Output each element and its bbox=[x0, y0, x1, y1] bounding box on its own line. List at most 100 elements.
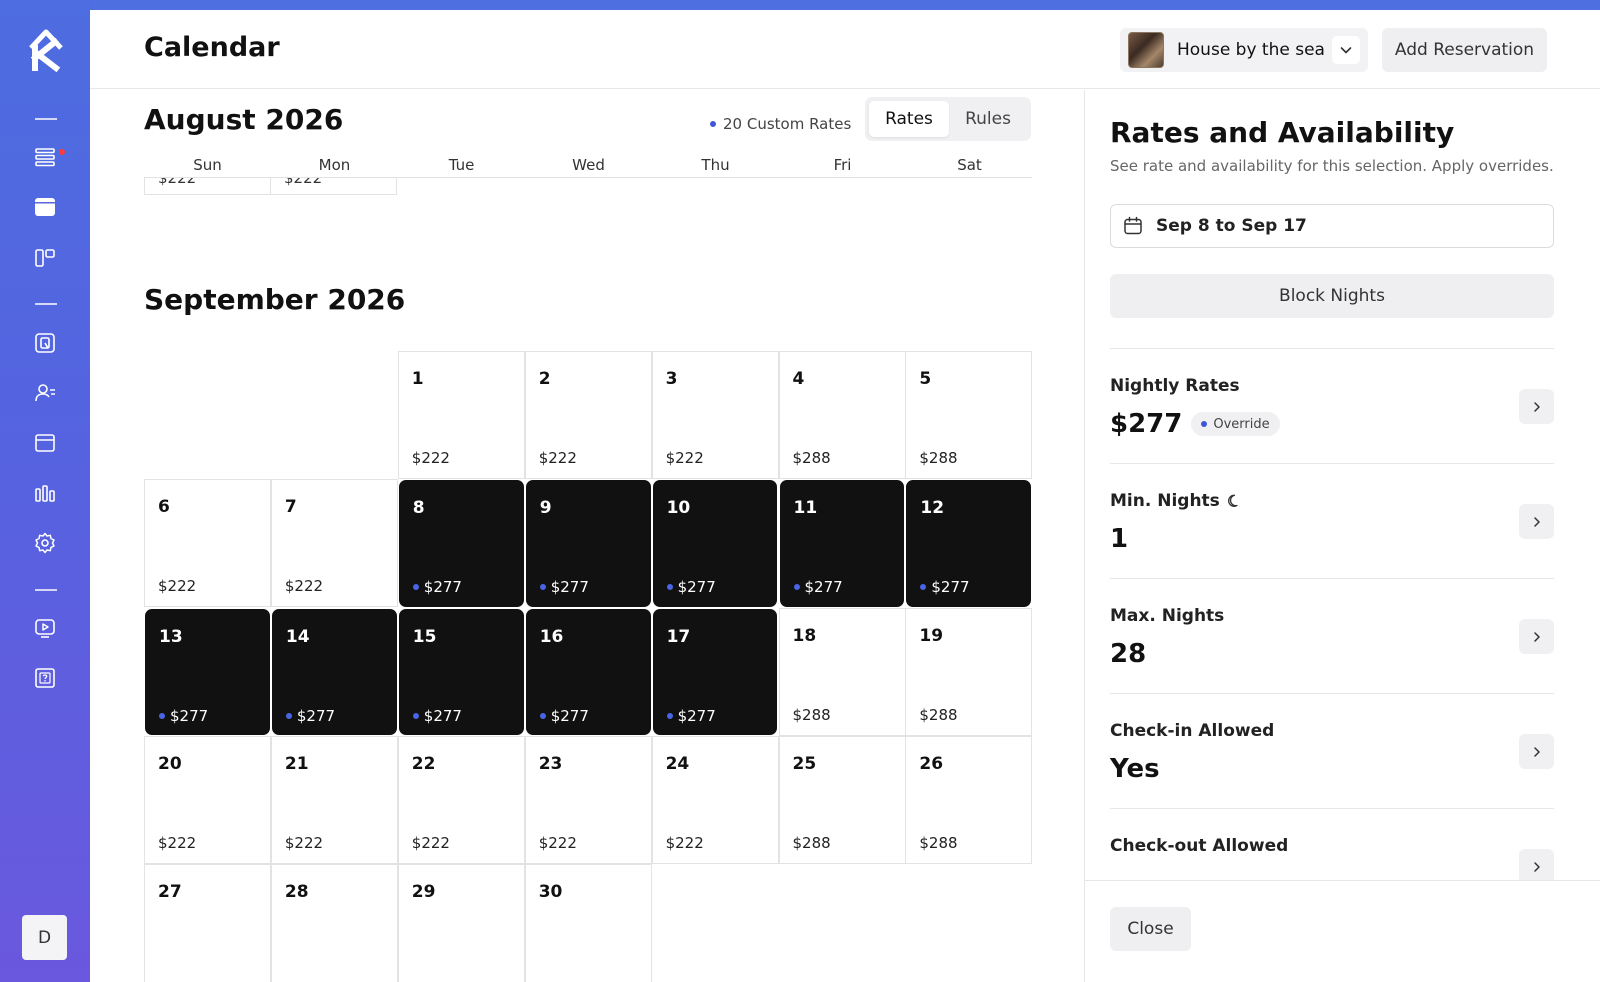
day-number: 13 bbox=[159, 626, 183, 647]
nightly-rates-label: Nightly Rates bbox=[1110, 376, 1240, 396]
min-nights-open-button[interactable] bbox=[1519, 504, 1554, 539]
calendar-day-cell[interactable]: 17 $277 bbox=[652, 608, 778, 735]
day-price-text: $288 bbox=[919, 833, 958, 852]
day-price-text: $288 bbox=[792, 449, 831, 467]
calendar-day-cell[interactable]: 10 $277 bbox=[652, 480, 778, 607]
calendar-day-cell[interactable]: 16 $277 bbox=[525, 608, 651, 735]
nightly-rates-setting: Nightly Rates $277 Override bbox=[1110, 348, 1554, 465]
calendar-day-cell[interactable]: 8 $277 bbox=[398, 480, 524, 607]
close-button[interactable]: Close bbox=[1110, 907, 1191, 951]
sidebar-item-guests[interactable] bbox=[30, 378, 60, 408]
check-out-open-button[interactable] bbox=[1519, 849, 1554, 884]
calendar-day-cell[interactable]: 5 $288 bbox=[905, 351, 1033, 479]
day-price-text: $288 bbox=[792, 833, 831, 852]
day-price: $222 bbox=[666, 449, 704, 467]
min-nights-label-row: Min. Nights bbox=[1110, 491, 1242, 511]
day-price: $277 bbox=[666, 707, 716, 725]
weekday-header: Sun Mon Tue Wed Thu Fri Sat bbox=[144, 156, 1032, 178]
august-day-cell[interactable]: $222 bbox=[270, 178, 397, 195]
calendar-day-cell[interactable]: 15 $277 bbox=[398, 608, 524, 735]
day-price: $277 bbox=[666, 578, 716, 596]
day-price: $277 bbox=[793, 578, 843, 596]
calendar-day-cell[interactable]: 22 $222 bbox=[397, 735, 525, 864]
calendar-day-cell[interactable]: 25 $288 bbox=[778, 735, 906, 864]
calendar-day-cell[interactable]: 28 bbox=[270, 864, 398, 982]
user-avatar[interactable]: D bbox=[22, 915, 67, 960]
sidebar-item-calendar[interactable] bbox=[30, 192, 60, 222]
calendar-day-cell[interactable]: 1 $222 bbox=[397, 351, 525, 479]
custom-rate-dot bbox=[285, 712, 292, 719]
add-reservation-button[interactable]: Add Reservation bbox=[1382, 28, 1547, 72]
weekday-label: Mon bbox=[318, 156, 351, 174]
sidebar-item-analytics[interactable] bbox=[30, 478, 60, 508]
nightly-rates-open-button[interactable] bbox=[1519, 389, 1554, 424]
sidebar-item-list[interactable] bbox=[30, 142, 60, 172]
calendar-day-cell[interactable]: 3 $222 bbox=[651, 351, 779, 479]
calendar-day-cell[interactable]: 14 $277 bbox=[271, 608, 397, 735]
calendar-day-cell[interactable]: 21 $222 bbox=[270, 735, 398, 864]
calendar-day-cell[interactable]: 18 $288 bbox=[778, 607, 906, 736]
calendar-day-cell[interactable]: 6 $222 bbox=[144, 479, 271, 608]
calendar-day-cell[interactable]: 2 $222 bbox=[524, 351, 652, 479]
calendar-day-cell[interactable]: 7 $222 bbox=[270, 479, 398, 608]
day-price: $222 bbox=[539, 449, 577, 467]
calendar-day-cell[interactable]: 27 bbox=[144, 864, 271, 982]
calendar-day-cell[interactable]: 24 $222 bbox=[651, 735, 779, 864]
calendar-day-cell[interactable]: 11 $277 bbox=[779, 480, 905, 607]
day-number: 19 bbox=[919, 625, 944, 646]
day-price-text: $222 bbox=[158, 577, 197, 596]
day-price: $222 bbox=[666, 834, 704, 852]
tab-rules[interactable]: Rules bbox=[949, 101, 1027, 137]
max-nights-label: Max. Nights bbox=[1110, 606, 1225, 626]
sidebar-item-settings[interactable] bbox=[30, 528, 60, 558]
check-in-open-button[interactable] bbox=[1519, 734, 1554, 769]
custom-rates-indicator: 20 Custom Rates bbox=[710, 115, 851, 133]
day-price: $288 bbox=[919, 706, 957, 724]
sidebar-item-board[interactable] bbox=[30, 243, 60, 273]
day-price-text: $222 bbox=[158, 833, 197, 852]
chevron-right-icon bbox=[1533, 746, 1540, 757]
sidebar-item-window[interactable] bbox=[30, 428, 60, 458]
calendar-icon bbox=[35, 198, 55, 216]
check-in-value: Yes bbox=[1110, 754, 1160, 784]
day-number: 14 bbox=[285, 626, 310, 647]
nightly-rate-amount: $277 bbox=[1110, 409, 1183, 439]
calendar-day-cell[interactable]: 29 bbox=[397, 864, 525, 982]
custom-rates-label: 20 Custom Rates bbox=[723, 115, 852, 133]
august-day-cell[interactable]: $222 bbox=[144, 178, 271, 195]
sidebar-item-videos[interactable] bbox=[30, 613, 60, 643]
calendar-day-cell[interactable]: 19 $288 bbox=[905, 607, 1033, 736]
max-nights-open-button[interactable] bbox=[1519, 619, 1554, 654]
board-icon bbox=[35, 249, 55, 267]
custom-rate-dot bbox=[539, 584, 546, 591]
weekday-label: Tue bbox=[448, 156, 475, 174]
calendar-day-cell[interactable]: 9 $277 bbox=[525, 480, 651, 607]
calendar-day-cell[interactable]: 13 $277 bbox=[145, 608, 270, 735]
calendar-day-cell[interactable]: 26 $288 bbox=[905, 735, 1033, 864]
day-price-text: $288 bbox=[919, 705, 958, 724]
day-number: 27 bbox=[158, 882, 182, 903]
day-number: 25 bbox=[792, 753, 817, 774]
min-nights-label: Min. Nights bbox=[1110, 491, 1220, 511]
calendar-day-cell[interactable]: 12 $277 bbox=[906, 480, 1032, 607]
day-number: 6 bbox=[158, 497, 170, 518]
override-dot bbox=[1201, 421, 1208, 427]
calendar-day-cell[interactable]: 4 $288 bbox=[778, 351, 906, 479]
logo-icon[interactable] bbox=[28, 28, 64, 73]
calendar-day-cell[interactable]: 20 $222 bbox=[144, 735, 271, 864]
property-selector[interactable]: House by the sea bbox=[1120, 28, 1368, 72]
calendar-day-cell[interactable]: 23 $222 bbox=[524, 735, 652, 864]
min-nights-setting: Min. Nights 1 bbox=[1110, 463, 1554, 580]
day-price: $222 bbox=[158, 834, 196, 852]
day-price-text: $222 bbox=[538, 833, 577, 852]
sidebar-item-help[interactable] bbox=[30, 663, 60, 693]
tab-rates[interactable]: Rates bbox=[869, 101, 949, 137]
calendar-day-cell[interactable]: 30 bbox=[524, 864, 652, 982]
view-toggle: Rates Rules bbox=[865, 97, 1031, 141]
sidebar-item-reservations[interactable] bbox=[30, 328, 60, 358]
day-number: 22 bbox=[411, 753, 436, 774]
day-number: 17 bbox=[666, 626, 691, 647]
day-number: 9 bbox=[539, 498, 552, 519]
date-range-field[interactable]: Sep 8 to Sep 17 bbox=[1110, 204, 1554, 248]
block-nights-button[interactable]: Block Nights bbox=[1110, 274, 1554, 318]
